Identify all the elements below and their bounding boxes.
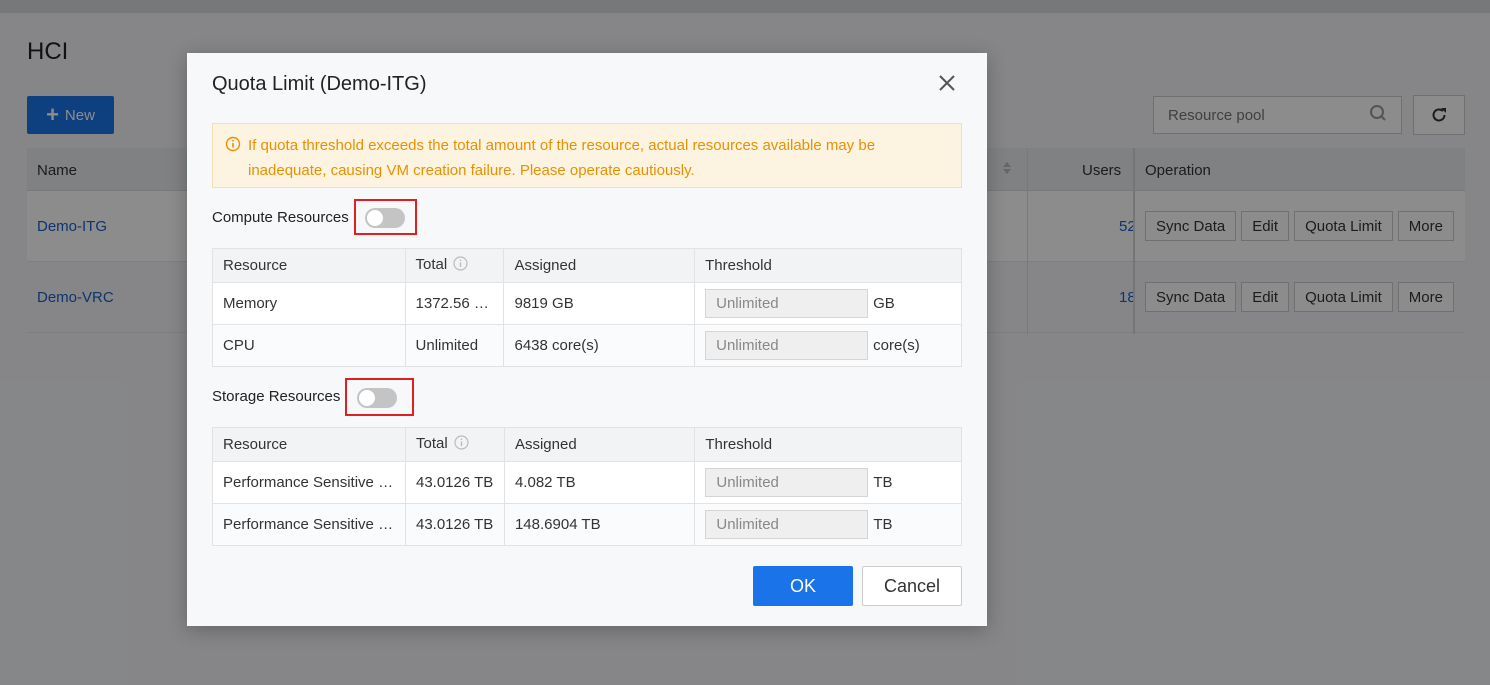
resource-value: Performance Sensitive …: [223, 474, 394, 491]
compute-resources-toggle[interactable]: [365, 208, 405, 228]
table-header-row: Resource Total Assigned Threshold: [212, 248, 962, 283]
resource-cell: Memory: [212, 282, 406, 325]
header-total: Total: [404, 427, 505, 462]
header-assigned: Assigned: [503, 248, 696, 283]
header-total-label: Total: [415, 256, 448, 273]
total-cell: 43.0126 TB: [404, 503, 505, 546]
threshold-input[interactable]: [705, 510, 869, 539]
header-threshold: Threshold: [694, 427, 962, 462]
threshold-input[interactable]: [705, 468, 869, 497]
resource-cell: CPU: [212, 324, 406, 367]
resource-value: Performance Sensitive …: [223, 516, 394, 533]
storage-resources-toggle[interactable]: [357, 388, 397, 408]
assigned-cell: 6438 core(s): [503, 324, 696, 367]
table-row: Performance Sensitive … 43.0126 TB 148.6…: [212, 503, 962, 546]
quota-limit-dialog: Quota Limit (Demo-ITG) If quota threshol…: [187, 53, 987, 626]
total-value: 1372.56 …: [415, 295, 489, 312]
header-total-label: Total: [415, 435, 448, 452]
threshold-input[interactable]: [705, 331, 869, 360]
compute-resources-table: Resource Total Assigned Threshold Memory…: [212, 248, 962, 367]
close-icon[interactable]: [935, 71, 959, 95]
warning-info-icon: [225, 135, 241, 160]
ok-button[interactable]: OK: [753, 566, 853, 606]
table-row: Performance Sensitive … 43.0126 TB 4.082…: [212, 461, 962, 504]
toggle-knob: [359, 390, 375, 406]
header-threshold: Threshold: [694, 248, 962, 283]
total-value: Unlimited: [415, 337, 479, 354]
assigned-cell: 9819 GB: [503, 282, 696, 325]
threshold-cell: core(s): [694, 324, 962, 367]
header-resource: Resource: [212, 248, 406, 283]
toggle-knob: [367, 210, 383, 226]
total-info-icon[interactable]: [453, 256, 468, 275]
total-info-icon[interactable]: [454, 435, 469, 454]
assigned-cell: 148.6904 TB: [503, 503, 696, 546]
table-row: CPU Unlimited 6438 core(s) core(s): [212, 324, 962, 367]
header-assigned: Assigned: [503, 427, 696, 462]
threshold-cell: TB: [694, 503, 962, 546]
total-cell: 1372.56 …: [404, 282, 505, 325]
table-row: Memory 1372.56 … 9819 GB GB: [212, 282, 962, 325]
threshold-cell: GB: [694, 282, 962, 325]
dialog-title: Quota Limit (Demo-ITG): [212, 73, 427, 95]
assigned-cell: 4.082 TB: [503, 461, 696, 504]
threshold-unit: TB: [873, 516, 893, 533]
table-header-row: Resource Total Assigned Threshold: [212, 427, 962, 462]
warning-banner: If quota threshold exceeds the total amo…: [212, 123, 962, 188]
header-total: Total: [404, 248, 505, 283]
threshold-unit: core(s): [873, 337, 920, 354]
threshold-input[interactable]: [705, 289, 869, 318]
header-resource: Resource: [212, 427, 406, 462]
threshold-cell: TB: [694, 461, 962, 504]
cancel-button[interactable]: Cancel: [862, 566, 962, 606]
total-cell: Unlimited: [404, 324, 505, 367]
resource-cell: Performance Sensitive …: [212, 461, 406, 504]
warning-text: If quota threshold exceeds the total amo…: [248, 137, 876, 179]
storage-resources-label: Storage Resources: [212, 388, 341, 405]
threshold-unit: TB: [873, 474, 893, 491]
total-cell: 43.0126 TB: [404, 461, 505, 504]
storage-resources-table: Resource Total Assigned Threshold Perfor…: [212, 427, 962, 546]
threshold-unit: GB: [873, 295, 895, 312]
compute-resources-label: Compute Resources: [212, 209, 349, 226]
resource-cell: Performance Sensitive …: [212, 503, 406, 546]
